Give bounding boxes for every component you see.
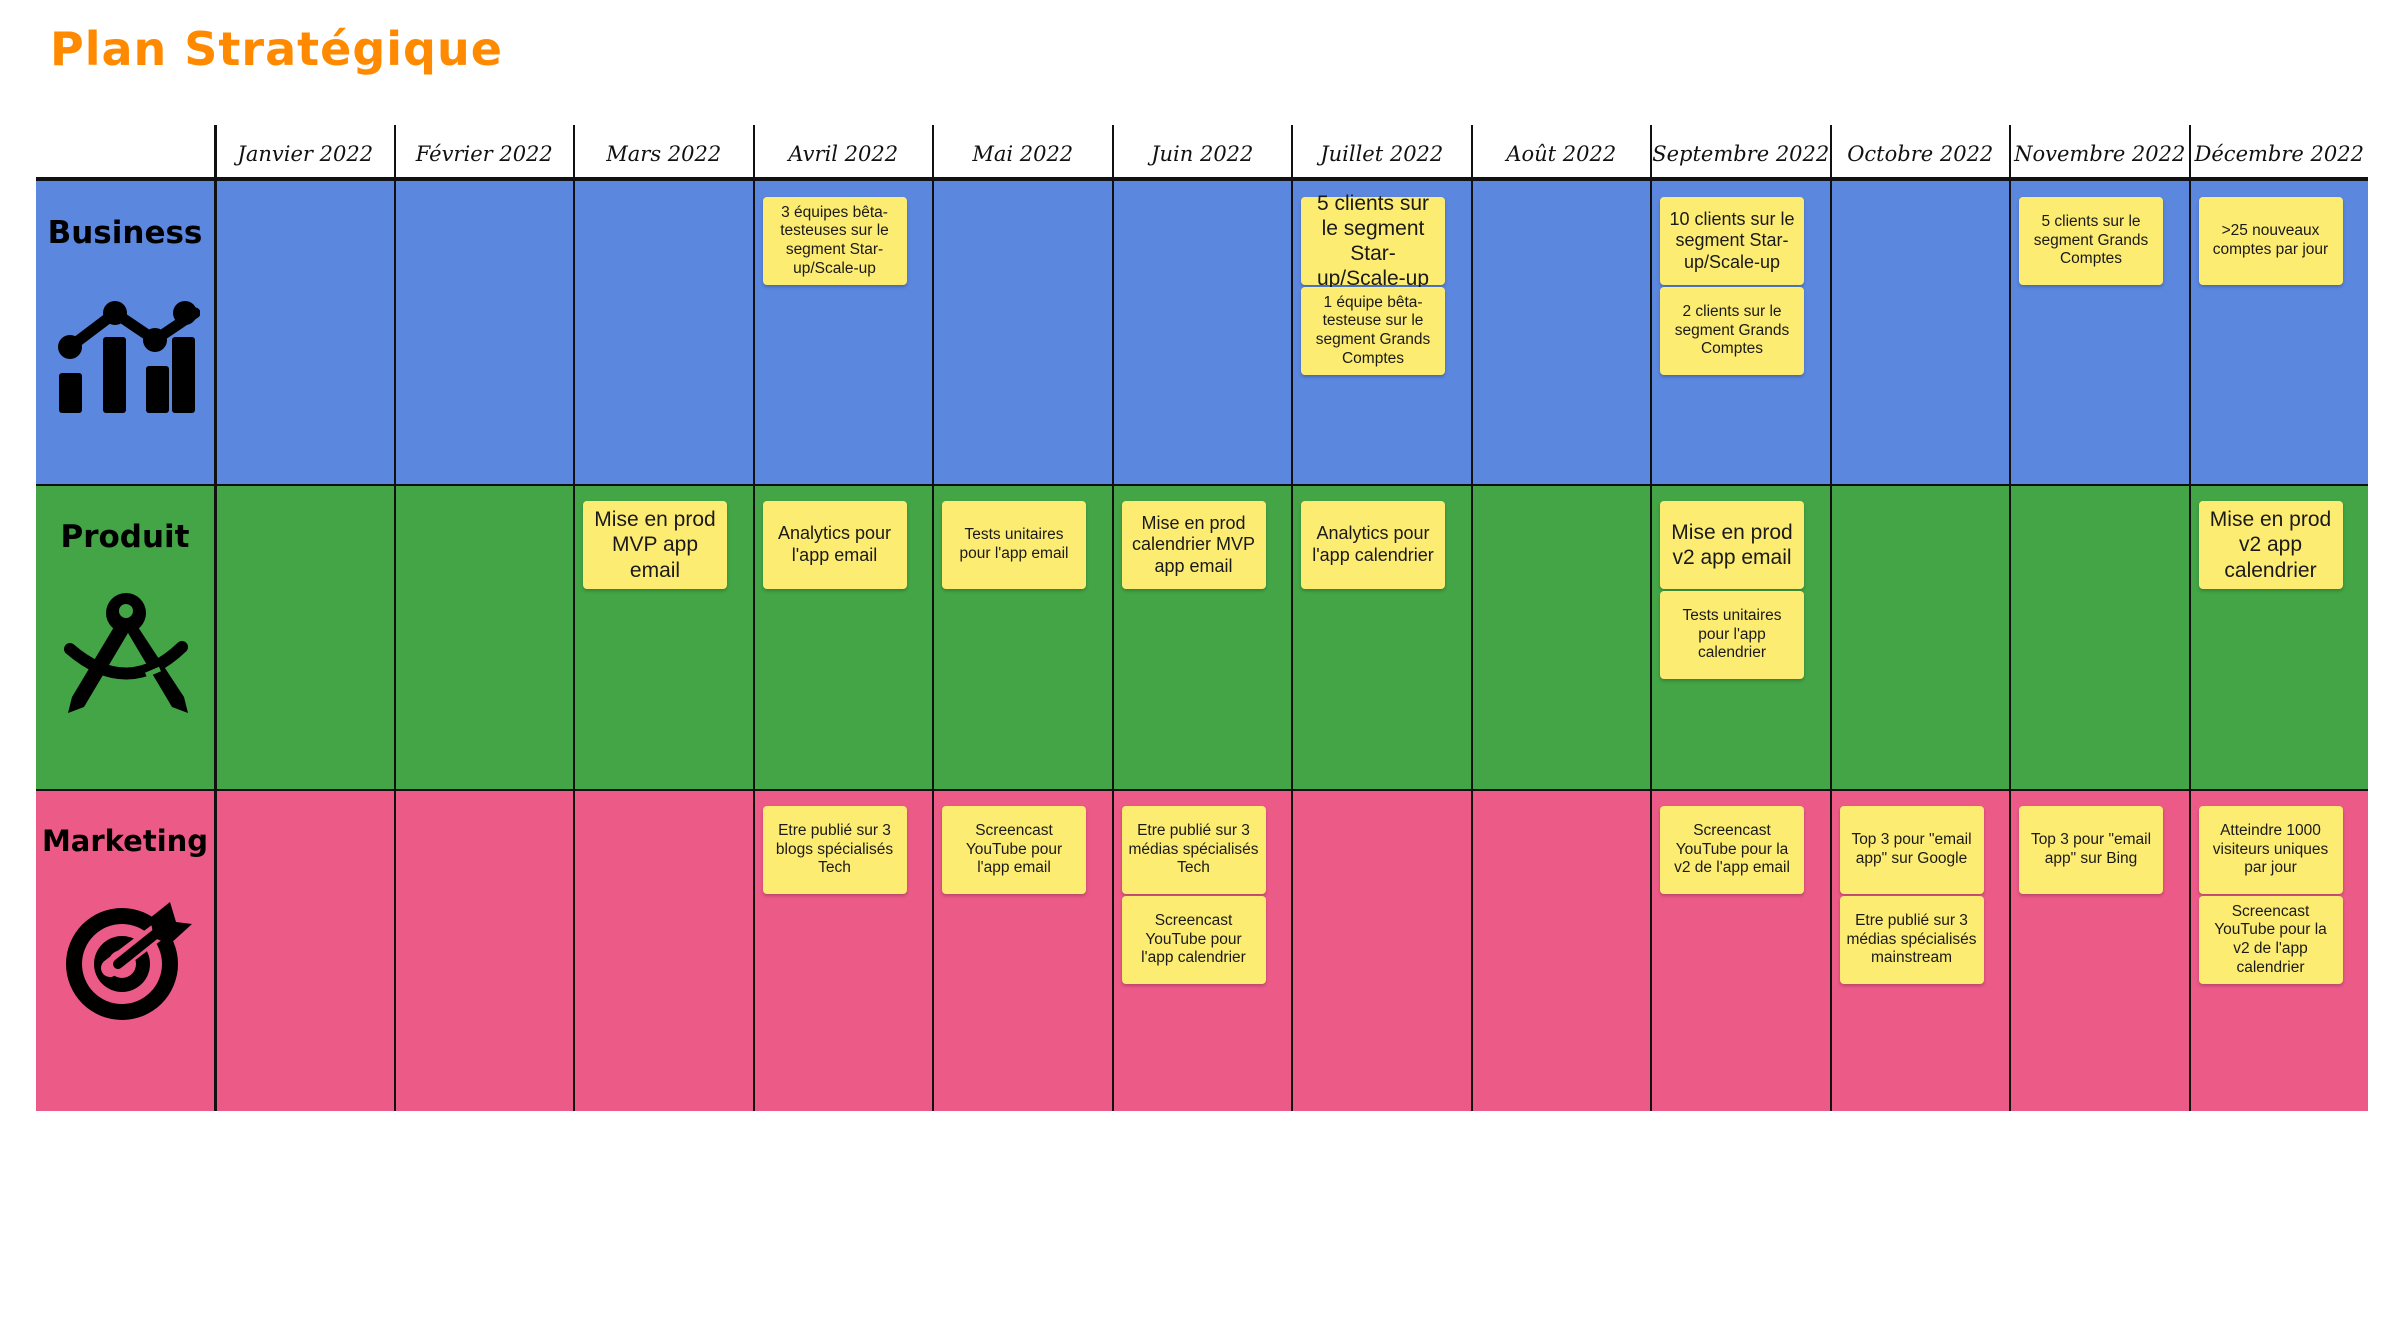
month-cell[interactable] bbox=[214, 485, 394, 790]
month-cell[interactable] bbox=[932, 181, 1112, 485]
sticky-note[interactable]: Top 3 pour "email app" sur Google bbox=[1839, 806, 1984, 894]
lane-business: Business 3 équipes bêta-testeuses sur le… bbox=[36, 181, 2368, 485]
month-cell[interactable]: Mise en prod MVP app email bbox=[573, 485, 753, 790]
sticky-note[interactable]: Screencast YouTube pour l'app calendrier bbox=[1121, 896, 1266, 984]
month-cell[interactable] bbox=[393, 790, 574, 1111]
sticky-note[interactable]: 5 clients sur le segment Grands Comptes bbox=[2019, 197, 2163, 285]
lane-divider bbox=[36, 789, 2368, 791]
month-header: Juillet 2022 bbox=[1291, 125, 1471, 178]
month-cell[interactable] bbox=[573, 181, 753, 485]
sticky-note[interactable]: Tests unitaires pour l'app email bbox=[942, 501, 1086, 589]
chart-growth-icon bbox=[50, 285, 201, 415]
month-cell[interactable]: 10 clients sur le segment Star-up/Scale-… bbox=[1650, 181, 1830, 485]
month-cell[interactable]: 3 équipes bêta-testeuses sur le segment … bbox=[752, 181, 933, 485]
lane-produit: Produit Mise en prod MVP app email Analyt… bbox=[36, 484, 2369, 790]
month-cell[interactable] bbox=[1829, 181, 2010, 485]
sticky-note[interactable]: Screencast YouTube pour la v2 de l'app c… bbox=[2198, 896, 2343, 984]
sticky-note[interactable]: Tests unitaires pour l'app calendrier bbox=[1660, 591, 1804, 679]
month-cell[interactable]: Mise en prod v2 app email Tests unitaires… bbox=[1650, 485, 1830, 790]
month-cell[interactable]: 5 clients sur le segment Grands Comptes bbox=[2009, 181, 2189, 485]
month-cell[interactable] bbox=[1111, 181, 1292, 485]
roadmap-board: Janvier 2022 Février 2022 Mars 2022 Avril 2… bbox=[36, 125, 2368, 1111]
lane-name: Marketing bbox=[41, 824, 209, 858]
month-header: Septembre 2022 bbox=[1650, 125, 1830, 178]
month-cell[interactable]: Top 3 pour "email app" sur Bing bbox=[2009, 790, 2189, 1111]
month-cell[interactable] bbox=[1470, 485, 1651, 790]
page-title: Plan Stratégique bbox=[50, 22, 503, 76]
month-cell[interactable] bbox=[1470, 181, 1651, 485]
month-cell[interactable]: Atteindre 1000 visiteurs uniques par jou… bbox=[2188, 790, 2369, 1111]
month-header: Avril 2022 bbox=[752, 125, 933, 178]
month-header: Janvier 2022 bbox=[214, 125, 394, 178]
lane-label-business: Business bbox=[36, 181, 214, 485]
month-header: Décembre 2022 bbox=[2188, 125, 2369, 178]
sticky-note[interactable]: Etre publié sur 3 médias spécialisés mai… bbox=[1839, 896, 1984, 984]
month-cell[interactable]: Etre publié sur 3 médias spécialisés Tec… bbox=[1111, 790, 1292, 1111]
sticky-note[interactable]: 3 équipes bêta-testeuses sur le segment … bbox=[762, 197, 907, 285]
month-header: Novembre 2022 bbox=[2009, 125, 2189, 178]
lane-divider bbox=[36, 484, 2368, 486]
target-arrow-icon bbox=[50, 894, 200, 1024]
month-cell[interactable] bbox=[2009, 485, 2189, 790]
month-cell[interactable] bbox=[573, 790, 753, 1111]
sticky-note[interactable]: Atteindre 1000 visiteurs uniques par jou… bbox=[2198, 806, 2343, 894]
sticky-note[interactable]: Mise en prod MVP app email bbox=[583, 501, 727, 589]
month-cell[interactable]: Mise en prod v2 app calendrier bbox=[2188, 485, 2369, 790]
sticky-note[interactable]: Screencast YouTube pour la v2 de l'app e… bbox=[1660, 806, 1804, 894]
sticky-note[interactable]: Top 3 pour "email app" sur Bing bbox=[2019, 806, 2163, 894]
lane-label-marketing: Marketing bbox=[36, 790, 214, 1111]
month-cell[interactable] bbox=[214, 790, 394, 1111]
sticky-note[interactable]: 1 équipe bêta-testeuse sur le segment Gr… bbox=[1301, 287, 1445, 375]
sticky-note[interactable]: 5 clients sur le segment Star-up/Scale-u… bbox=[1301, 192, 1445, 290]
lane-label-produit: Produit bbox=[36, 485, 214, 790]
month-cell[interactable] bbox=[393, 485, 574, 790]
month-cell[interactable] bbox=[214, 181, 394, 485]
sticky-note[interactable]: Screencast YouTube pour l'app email bbox=[942, 806, 1086, 894]
lane-name: Produit bbox=[60, 519, 190, 555]
month-cell[interactable]: Screencast YouTube pour la v2 de l'app e… bbox=[1650, 790, 1830, 1111]
sticky-note[interactable]: Analytics pour l'app email bbox=[762, 501, 907, 589]
sticky-note[interactable]: >25 nouveaux comptes par jour bbox=[2198, 197, 2343, 285]
month-cell[interactable]: 5 clients sur le segment Star-up/Scale-u… bbox=[1291, 181, 1471, 485]
month-cell[interactable] bbox=[393, 181, 574, 485]
sticky-note[interactable]: 2 clients sur le segment Grands Comptes bbox=[1660, 287, 1804, 375]
month-cell[interactable]: Screencast YouTube pour l'app email bbox=[932, 790, 1112, 1111]
sticky-note[interactable]: Etre publié sur 3 blogs spécialisés Tech bbox=[762, 806, 907, 894]
month-cell[interactable]: Analytics pour l'app email bbox=[752, 485, 933, 790]
month-header: Août 2022 bbox=[1470, 125, 1651, 178]
month-header-row: Janvier 2022 Février 2022 Mars 2022 Avril 2… bbox=[36, 125, 2368, 178]
month-cell[interactable]: >25 nouveaux comptes par jour bbox=[2188, 181, 2369, 485]
month-cell[interactable]: Analytics pour l'app calendrier bbox=[1291, 485, 1471, 790]
sticky-note[interactable]: Mise en prod v2 app calendrier bbox=[2198, 501, 2343, 589]
month-cell[interactable]: Mise en prod calendrier MVP app email bbox=[1111, 485, 1292, 790]
month-cell[interactable] bbox=[1291, 790, 1471, 1111]
compass-drafting-icon bbox=[50, 589, 200, 719]
month-cell[interactable]: Top 3 pour "email app" sur Google Etre pu… bbox=[1829, 790, 2010, 1111]
month-header: Mai 2022 bbox=[932, 125, 1112, 178]
month-header: Mars 2022 bbox=[573, 125, 753, 178]
month-header: Février 2022 bbox=[393, 125, 574, 178]
lane-marketing: Marketing Etre publié sur 3 blogs spécia… bbox=[36, 789, 2369, 1111]
month-header: Octobre 2022 bbox=[1829, 125, 2010, 178]
month-header: Juin 2022 bbox=[1111, 125, 1292, 178]
lane-name: Business bbox=[47, 215, 203, 251]
month-cell[interactable] bbox=[1829, 485, 2010, 790]
sticky-note[interactable]: Mise en prod v2 app email bbox=[1660, 501, 1804, 589]
sticky-note[interactable]: 10 clients sur le segment Star-up/Scale-… bbox=[1660, 197, 1804, 285]
sticky-note[interactable]: Mise en prod calendrier MVP app email bbox=[1121, 501, 1266, 589]
month-cell[interactable] bbox=[1470, 790, 1651, 1111]
sticky-note[interactable]: Etre publié sur 3 médias spécialisés Tec… bbox=[1121, 806, 1266, 894]
month-cell[interactable]: Etre publié sur 3 blogs spécialisés Tech bbox=[752, 790, 933, 1111]
sticky-note[interactable]: Analytics pour l'app calendrier bbox=[1301, 501, 1445, 589]
month-cell[interactable]: Tests unitaires pour l'app email bbox=[932, 485, 1112, 790]
